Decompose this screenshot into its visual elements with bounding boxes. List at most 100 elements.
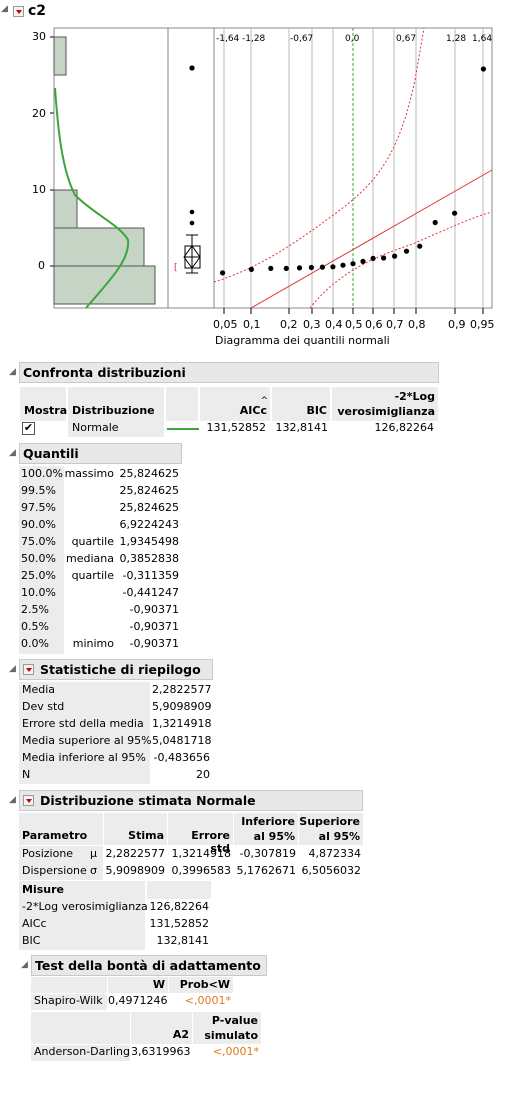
- stats-label-column: [19, 682, 150, 784]
- quantile-label: quartile: [71, 535, 114, 548]
- z-label: 1,28: [446, 34, 467, 44]
- section-header-compare[interactable]: Confronta distribuzioni: [19, 362, 439, 383]
- sw-name: Shapiro-Wilk: [31, 994, 107, 1010]
- col-header-inf: Inferiore al 95%: [234, 813, 298, 845]
- qq-point: [432, 219, 438, 226]
- quantile-pct: 0.5%: [21, 620, 49, 633]
- param-stima: 2,2822577: [105, 847, 166, 860]
- param-stima: 5,9098909: [105, 864, 166, 877]
- z-label: -1,64: [216, 34, 240, 44]
- fit-title: Distribuzione stimata Normale: [40, 793, 256, 808]
- disclosure-icon[interactable]: ◢: [9, 448, 16, 458]
- quantile-label: quartile: [71, 569, 114, 582]
- red-triangle-menu-icon[interactable]: [23, 795, 34, 806]
- stat-label: Dev std: [22, 700, 65, 713]
- aicc-value: 131,52852: [206, 421, 267, 434]
- ad-name: Anderson-Darling: [31, 1045, 130, 1061]
- qq-point: [403, 248, 410, 254]
- qq-point: [330, 264, 336, 270]
- qq-point: [248, 266, 254, 272]
- ad-header-a2: A2: [131, 1012, 192, 1044]
- param-name: Dispersione: [22, 864, 87, 877]
- ad-header-blank: [31, 1012, 130, 1044]
- red-triangle-menu-icon[interactable]: [23, 664, 34, 675]
- quantile-value: 0,3852838: [119, 552, 180, 565]
- col-header-line: [166, 387, 198, 421]
- quantile-label: massimo: [64, 467, 114, 480]
- prob-tick: 0,2: [280, 318, 298, 331]
- sw-header-prob: Prob<W: [169, 977, 233, 993]
- quantile-value: 1,9345498: [119, 535, 180, 548]
- misure-label: AICc: [22, 917, 47, 930]
- misure-value: 126,82264: [149, 900, 210, 913]
- quantile-pct: 50.0%: [21, 552, 56, 565]
- prob-tick: 0,4: [325, 318, 343, 331]
- distribution-name: Normale: [68, 421, 164, 437]
- param-sup: 6,5056032: [301, 864, 362, 877]
- ad-header-p: P-value simulato: [193, 1012, 261, 1044]
- hist-bar: [53, 227, 145, 267]
- qq-point: [417, 243, 423, 249]
- quantile-value: 6,9224243: [119, 518, 180, 531]
- ad-p-value: <,0001*: [212, 1045, 259, 1058]
- quantile-value: 25,824625: [119, 467, 180, 480]
- hist-bar: [53, 189, 78, 229]
- param-err: 1,3214918: [171, 847, 232, 860]
- quantile-pct: 99.5%: [21, 484, 56, 497]
- param-inf: 5,1762671: [236, 864, 297, 877]
- section-header-stats[interactable]: Statistiche di riepilogo: [19, 659, 213, 680]
- z-label: -0,67: [290, 34, 314, 44]
- ad-a2-value: 3,6319963: [131, 1045, 191, 1058]
- section-header-fit[interactable]: Distribuzione stimata Normale: [19, 790, 363, 811]
- quantile-value: -0,441247: [122, 586, 179, 599]
- hist-bar: [53, 36, 67, 76]
- misure-value: 132,8141: [156, 934, 210, 947]
- prob-tick: 0,95: [470, 318, 495, 331]
- section-header-quantili[interactable]: Quantili: [19, 443, 182, 464]
- p-line2: simulato: [204, 1029, 258, 1042]
- sw-w-value: 0,4971246: [108, 994, 168, 1007]
- misure-value: 131,52852: [149, 917, 210, 930]
- z-label: 1,64: [472, 34, 493, 44]
- qq-point: [308, 264, 314, 271]
- col-header-aicc[interactable]: AICc ^: [200, 387, 270, 421]
- z-label: -1,28: [242, 34, 266, 44]
- stat-value: 2,2822577: [152, 683, 212, 696]
- misure-header: Misure: [19, 881, 145, 899]
- col-header-bic: BIC: [272, 387, 330, 421]
- qq-point: [340, 262, 346, 268]
- distribution-plot: [: [50, 27, 493, 314]
- sw-prob-value: <,0001*: [184, 994, 231, 1007]
- qq-point: [370, 255, 376, 261]
- quantile-pct: 75.0%: [21, 535, 56, 548]
- z-label: 0,67: [396, 34, 417, 44]
- section-header-gof[interactable]: Test della bontà di adattamento: [31, 955, 267, 976]
- disclosure-icon[interactable]: ◢: [9, 367, 16, 377]
- quantile-label: mediana: [66, 552, 114, 565]
- prob-tick: 0,5: [345, 318, 363, 331]
- loglik-line1: -2*Log: [394, 390, 435, 403]
- stat-label: Media inferiore al 95%: [22, 751, 146, 764]
- loglik-value: 126,82264: [374, 421, 435, 434]
- quantile-pct: 90.0%: [21, 518, 56, 531]
- param-sup: 4,872334: [308, 847, 362, 860]
- stat-value: -0,483656: [153, 751, 210, 764]
- qq-point: [452, 210, 458, 216]
- disclosure-icon[interactable]: ◢: [9, 664, 16, 674]
- qq-point: [392, 253, 398, 259]
- sw-header-w: W: [108, 977, 168, 993]
- disclosure-icon[interactable]: ◢: [9, 795, 16, 805]
- param-symbol: μ: [90, 847, 97, 860]
- disclosure-icon[interactable]: ◢: [21, 960, 28, 970]
- qq-point: [319, 264, 325, 270]
- quantile-value: -0,90371: [129, 637, 179, 650]
- loglik-line2: verosimiglianza: [337, 405, 435, 418]
- col-header-mostra: Mostra: [20, 387, 67, 421]
- stat-label: Errore std della media: [22, 717, 144, 730]
- col-header-param: Parametro: [19, 813, 103, 845]
- quantile-pct: 100.0%: [21, 467, 63, 480]
- mostra-checkbox[interactable]: ✔: [22, 422, 35, 435]
- quantile-value: 25,824625: [119, 501, 180, 514]
- fitted-line: [250, 169, 493, 309]
- qq-point: [360, 258, 366, 264]
